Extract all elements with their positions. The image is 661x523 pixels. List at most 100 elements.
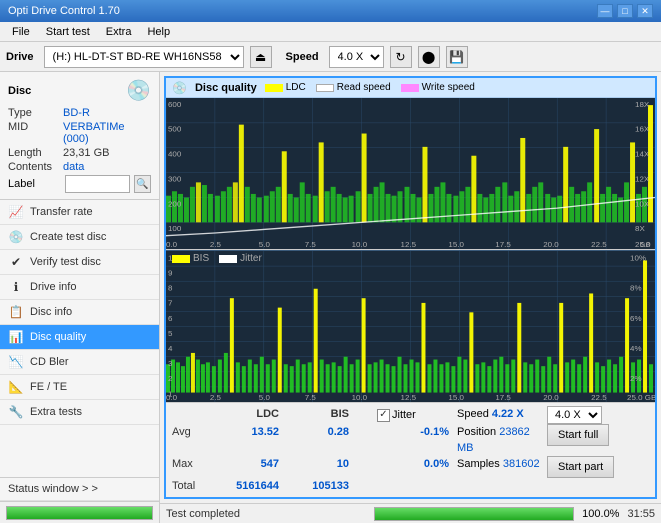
- sidebar-item-label-fe-te: FE / TE: [30, 381, 67, 393]
- disc-label-button[interactable]: 🔍: [134, 175, 151, 193]
- max-bis: 10: [287, 456, 357, 478]
- svg-text:8%: 8%: [630, 284, 642, 293]
- svg-text:3: 3: [168, 359, 172, 368]
- legend-read-speed: Read speed: [316, 82, 391, 93]
- length-label: Length: [8, 147, 63, 159]
- start-full-button[interactable]: Start full: [547, 424, 609, 446]
- chart-section-top: 600 500 400 300 200 100 18X 16X 14X 12X …: [166, 98, 655, 250]
- svg-text:22.5: 22.5: [591, 393, 607, 402]
- svg-text:4: 4: [168, 344, 173, 353]
- verify-disc-icon: ✔: [8, 255, 24, 269]
- stats-max-row: Max 547 10 0.0% Samples 381602 Start par…: [172, 456, 649, 478]
- length-value: 23,31 GB: [63, 147, 109, 159]
- legend-write-label: Write speed: [422, 82, 475, 93]
- avg-jitter: -0.1%: [377, 424, 457, 456]
- svg-text:6%: 6%: [630, 314, 642, 323]
- sidebar-item-label-disc-info: Disc info: [30, 306, 72, 318]
- disc-icon: 💿: [126, 78, 151, 103]
- svg-text:22.5: 22.5: [591, 241, 607, 249]
- total-bis: 105133: [287, 478, 357, 494]
- jitter-checkbox[interactable]: ✓: [377, 409, 390, 422]
- sidebar-item-transfer-rate[interactable]: 📈 Transfer rate: [0, 200, 159, 225]
- main-progress-fill: [375, 508, 573, 520]
- save-button[interactable]: 💾: [446, 46, 468, 68]
- svg-text:0.0: 0.0: [166, 241, 177, 249]
- elapsed-time: 31:55: [627, 508, 655, 520]
- svg-text:25.0 GB: 25.0 GB: [627, 393, 655, 402]
- svg-text:600: 600: [168, 100, 181, 108]
- menu-extra[interactable]: Extra: [98, 24, 140, 40]
- chart-legend-top: LDC Read speed Write speed: [265, 82, 475, 93]
- menu-file[interactable]: File: [4, 24, 38, 40]
- svg-text:10%: 10%: [630, 254, 646, 263]
- chart-title: Disc quality: [195, 82, 257, 94]
- minimize-button[interactable]: —: [597, 4, 613, 18]
- speed-label: Speed: [286, 51, 319, 63]
- disc-panel-title: Disc: [8, 85, 31, 97]
- stats-table: LDC BIS ✓ Jitter Speed 4.22 X: [172, 406, 649, 494]
- contents-label: Contents: [8, 161, 63, 173]
- stats-header-row: LDC BIS ✓ Jitter Speed 4.22 X: [172, 406, 649, 424]
- status-window-button[interactable]: Status window > >: [0, 478, 159, 501]
- maximize-button[interactable]: □: [617, 4, 633, 18]
- sidebar-item-cd-bler[interactable]: 📉 CD Bler: [0, 350, 159, 375]
- sidebar-item-create-test-disc[interactable]: 💿 Create test disc: [0, 225, 159, 250]
- chart-svg-bottom: 10 9 8 7 6 5 4 3 2 1 10% 8% 6%: [166, 251, 655, 402]
- svg-text:2%: 2%: [630, 374, 642, 383]
- menu-start-test[interactable]: Start test: [38, 24, 98, 40]
- chart-svg-top: 600 500 400 300 200 100 18X 16X 14X 12X …: [166, 98, 655, 249]
- svg-text:17.5: 17.5: [495, 393, 511, 402]
- disc-panel: Disc 💿 Type BD-R MID VERBATIMe (000) Len…: [0, 72, 159, 200]
- svg-text:5: 5: [168, 329, 172, 338]
- svg-text:100: 100: [168, 225, 181, 233]
- disc-quality-icon: 📊: [8, 330, 24, 344]
- eject-button[interactable]: ⏏: [250, 46, 272, 68]
- legend-jitter-label: Jitter: [240, 253, 262, 264]
- svg-text:400: 400: [168, 150, 181, 158]
- drive-select[interactable]: (H:) HL-DT-ST BD-RE WH16NS58 TST4: [44, 46, 244, 68]
- svg-text:8: 8: [168, 284, 172, 293]
- sidebar-item-label-transfer: Transfer rate: [30, 206, 93, 218]
- svg-text:15.0: 15.0: [448, 393, 464, 402]
- svg-text:7: 7: [168, 299, 172, 308]
- sidebar-item-drive-info[interactable]: ℹ Drive info: [0, 275, 159, 300]
- close-button[interactable]: ✕: [637, 4, 653, 18]
- svg-text:GB: GB: [640, 243, 651, 249]
- position-row: Position 23862 MB: [457, 424, 547, 456]
- sidebar-item-verify-test-disc[interactable]: ✔ Verify test disc: [0, 250, 159, 275]
- progress-percent: 100.0%: [582, 508, 619, 520]
- sidebar-item-label-verify: Verify test disc: [30, 256, 101, 268]
- svg-text:20.0: 20.0: [543, 241, 559, 249]
- main-progress-bar: [374, 507, 574, 521]
- fe-te-icon: 📐: [8, 380, 24, 394]
- legend-ldc-label: LDC: [286, 82, 306, 93]
- jitter-label: Jitter: [392, 407, 416, 423]
- svg-text:20.0: 20.0: [543, 393, 559, 402]
- speed-select[interactable]: 4.0 X: [329, 46, 384, 68]
- svg-text:14X: 14X: [635, 150, 649, 158]
- svg-text:0.0: 0.0: [166, 393, 177, 402]
- svg-text:2: 2: [168, 374, 172, 383]
- drive-bar: Drive (H:) HL-DT-ST BD-RE WH16NS58 TST4 …: [0, 42, 661, 72]
- speed-select-stats[interactable]: 4.0 X: [547, 406, 602, 424]
- disc-label-label: Label: [8, 178, 61, 190]
- sidebar-item-label-drive-info: Drive info: [30, 281, 76, 293]
- chart-header: 💿 Disc quality LDC Read speed Write spee…: [166, 78, 655, 98]
- speed-value: 4.22 X: [492, 408, 524, 420]
- status-window-label: Status window > >: [8, 483, 98, 495]
- sidebar-item-disc-quality[interactable]: 📊 Disc quality: [0, 325, 159, 350]
- svg-text:500: 500: [168, 125, 181, 133]
- refresh-button[interactable]: ↻: [390, 46, 412, 68]
- sidebar-item-extra-tests[interactable]: 🔧 Extra tests: [0, 400, 159, 425]
- sidebar-item-disc-info[interactable]: 📋 Disc info: [0, 300, 159, 325]
- start-part-button[interactable]: Start part: [547, 456, 614, 478]
- max-label: Max: [172, 456, 217, 478]
- sidebar-bottom: Status window > >: [0, 477, 159, 523]
- burn-button[interactable]: ⬤: [418, 46, 440, 68]
- speed-header: Speed 4.22 X: [457, 406, 547, 424]
- progress-fill: [7, 507, 152, 519]
- sidebar-item-fe-te[interactable]: 📐 FE / TE: [0, 375, 159, 400]
- disc-label-input[interactable]: [65, 175, 130, 193]
- menu-help[interactable]: Help: [139, 24, 178, 40]
- svg-text:5.0: 5.0: [259, 241, 270, 249]
